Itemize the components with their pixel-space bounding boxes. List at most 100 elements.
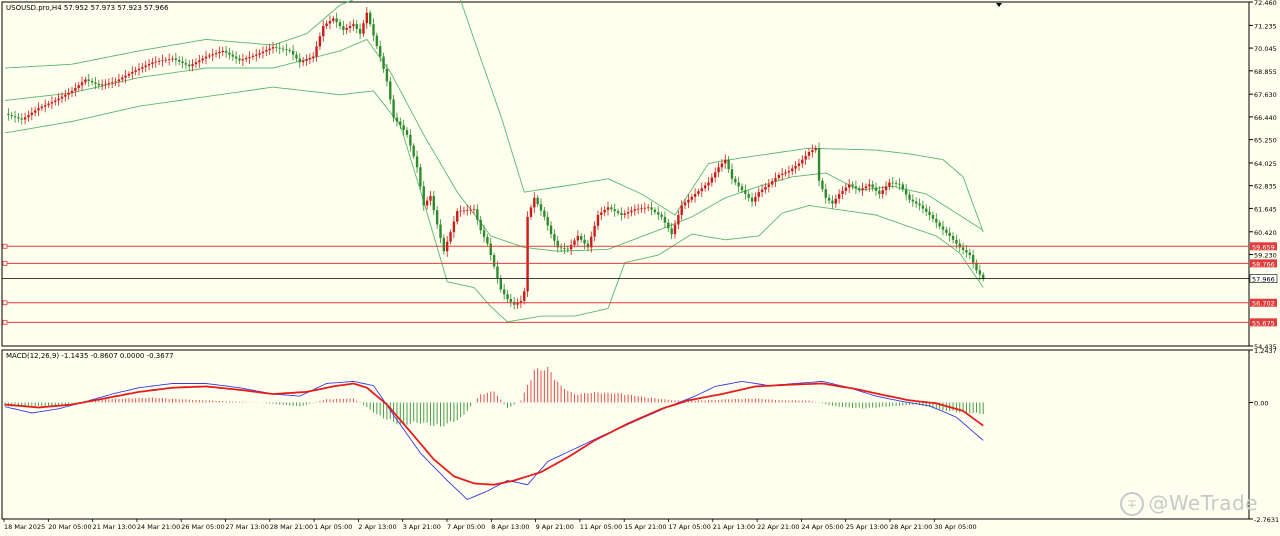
candle-body bbox=[285, 49, 288, 51]
level-handle[interactable] bbox=[2, 243, 8, 249]
bollinger-upper-line bbox=[4, 0, 984, 233]
level-handle[interactable] bbox=[2, 300, 8, 306]
candle-body bbox=[261, 51, 265, 54]
price-tick-label: 62.835 bbox=[1254, 183, 1277, 191]
candle-body bbox=[301, 60, 305, 63]
price-tick-label: 64.025 bbox=[1254, 160, 1277, 168]
candle-body bbox=[479, 219, 482, 231]
watermark-label: @WeTrade bbox=[1148, 490, 1258, 515]
price-tick-label: 71.235 bbox=[1254, 22, 1277, 30]
candle-body bbox=[60, 96, 64, 99]
candle-body bbox=[918, 203, 921, 206]
candle-body bbox=[774, 178, 777, 182]
candle-body bbox=[305, 59, 308, 61]
candle-body bbox=[827, 197, 831, 201]
candle-body bbox=[328, 20, 332, 24]
time-tick-label: 7 Apr 05:00 bbox=[447, 523, 485, 531]
candle-body bbox=[154, 61, 157, 63]
candle-body bbox=[861, 188, 864, 191]
candle-body bbox=[925, 208, 928, 212]
candle-body bbox=[70, 90, 74, 93]
candle-body bbox=[787, 171, 791, 173]
candle-body bbox=[322, 26, 325, 37]
candle-body bbox=[64, 94, 67, 97]
candle-body bbox=[181, 61, 184, 64]
candle-body bbox=[251, 55, 255, 57]
price-tick-label: 65.250 bbox=[1254, 137, 1277, 145]
candle-body bbox=[74, 88, 77, 91]
candle-body bbox=[184, 63, 188, 65]
candle-body bbox=[653, 209, 657, 213]
candle-body bbox=[673, 224, 677, 235]
candle-body bbox=[757, 192, 760, 197]
candle-body bbox=[526, 216, 529, 292]
candle-body bbox=[40, 106, 44, 109]
candle-body bbox=[667, 222, 670, 229]
candle-body bbox=[335, 18, 338, 23]
candle-body bbox=[951, 235, 955, 240]
candle-body bbox=[368, 12, 372, 25]
level-handle[interactable] bbox=[2, 319, 8, 325]
candle-body bbox=[365, 12, 368, 24]
candle-body bbox=[640, 208, 643, 210]
candle-body bbox=[965, 249, 968, 253]
candle-body bbox=[372, 24, 375, 36]
candle-body bbox=[794, 166, 797, 169]
candle-body bbox=[10, 114, 13, 117]
bollinger-middle-line bbox=[4, 38, 984, 252]
candle-body bbox=[201, 58, 204, 61]
candle-body bbox=[489, 243, 492, 256]
time-tick-label: 2 Apr 13:00 bbox=[358, 523, 396, 531]
candle-body bbox=[151, 62, 154, 64]
candle-body bbox=[355, 24, 358, 29]
candle-body bbox=[107, 82, 111, 84]
candle-body bbox=[573, 240, 576, 245]
candle-body bbox=[740, 186, 744, 191]
chart-root: 72.460 71.235 70.045 68.855 67.630 66.440 65.2… bbox=[0, 0, 1280, 536]
time-tick-label: 28 Apr 21:00 bbox=[890, 523, 932, 531]
time-tick-label: 3 Apr 21:00 bbox=[403, 523, 441, 531]
candle-body bbox=[77, 85, 80, 89]
candle-body bbox=[157, 61, 161, 62]
candle-body bbox=[871, 184, 874, 188]
time-tick-label: 15 Apr 21:00 bbox=[624, 523, 666, 531]
level-handle[interactable] bbox=[2, 260, 8, 266]
candle-body bbox=[811, 150, 814, 153]
candle-body bbox=[958, 243, 961, 248]
candle-body bbox=[948, 232, 951, 236]
candle-body bbox=[724, 159, 727, 164]
price-tick-label: 72.460 bbox=[1254, 0, 1277, 7]
level-price-label: 58.766 bbox=[1252, 260, 1275, 268]
candle-body bbox=[941, 226, 945, 230]
candle-body bbox=[630, 210, 633, 213]
candle-body bbox=[626, 212, 630, 214]
time-tick-label: 17 Apr 05:00 bbox=[669, 523, 711, 531]
candle-body bbox=[576, 235, 580, 241]
candle-body bbox=[894, 183, 898, 184]
candle-body bbox=[121, 77, 124, 80]
price-tick-label: 61.645 bbox=[1254, 205, 1277, 213]
candle-body bbox=[375, 35, 379, 47]
time-tick-label: 28 Mar 21:00 bbox=[270, 523, 313, 531]
candle-body bbox=[402, 125, 405, 131]
candle-body bbox=[298, 58, 301, 63]
candle-body bbox=[613, 209, 616, 212]
candle-body bbox=[831, 200, 834, 204]
candle-body bbox=[898, 183, 901, 185]
candle-body bbox=[198, 60, 201, 63]
candle-body bbox=[908, 194, 911, 200]
candle-body bbox=[221, 50, 224, 53]
candle-body bbox=[586, 243, 590, 248]
candle-body bbox=[405, 130, 409, 135]
candle-body bbox=[127, 73, 131, 76]
candle-body bbox=[506, 294, 509, 299]
candle-body bbox=[533, 197, 536, 208]
candle-body bbox=[278, 47, 281, 49]
candle-body bbox=[563, 248, 566, 249]
trading-chart[interactable]: 72.460 71.235 70.045 68.855 67.630 66.440 65.2… bbox=[0, 0, 1280, 536]
candle-body bbox=[208, 55, 211, 57]
candle-body bbox=[258, 53, 261, 55]
candle-body bbox=[509, 298, 513, 302]
candle-body bbox=[683, 202, 687, 206]
candle-body bbox=[188, 64, 191, 67]
